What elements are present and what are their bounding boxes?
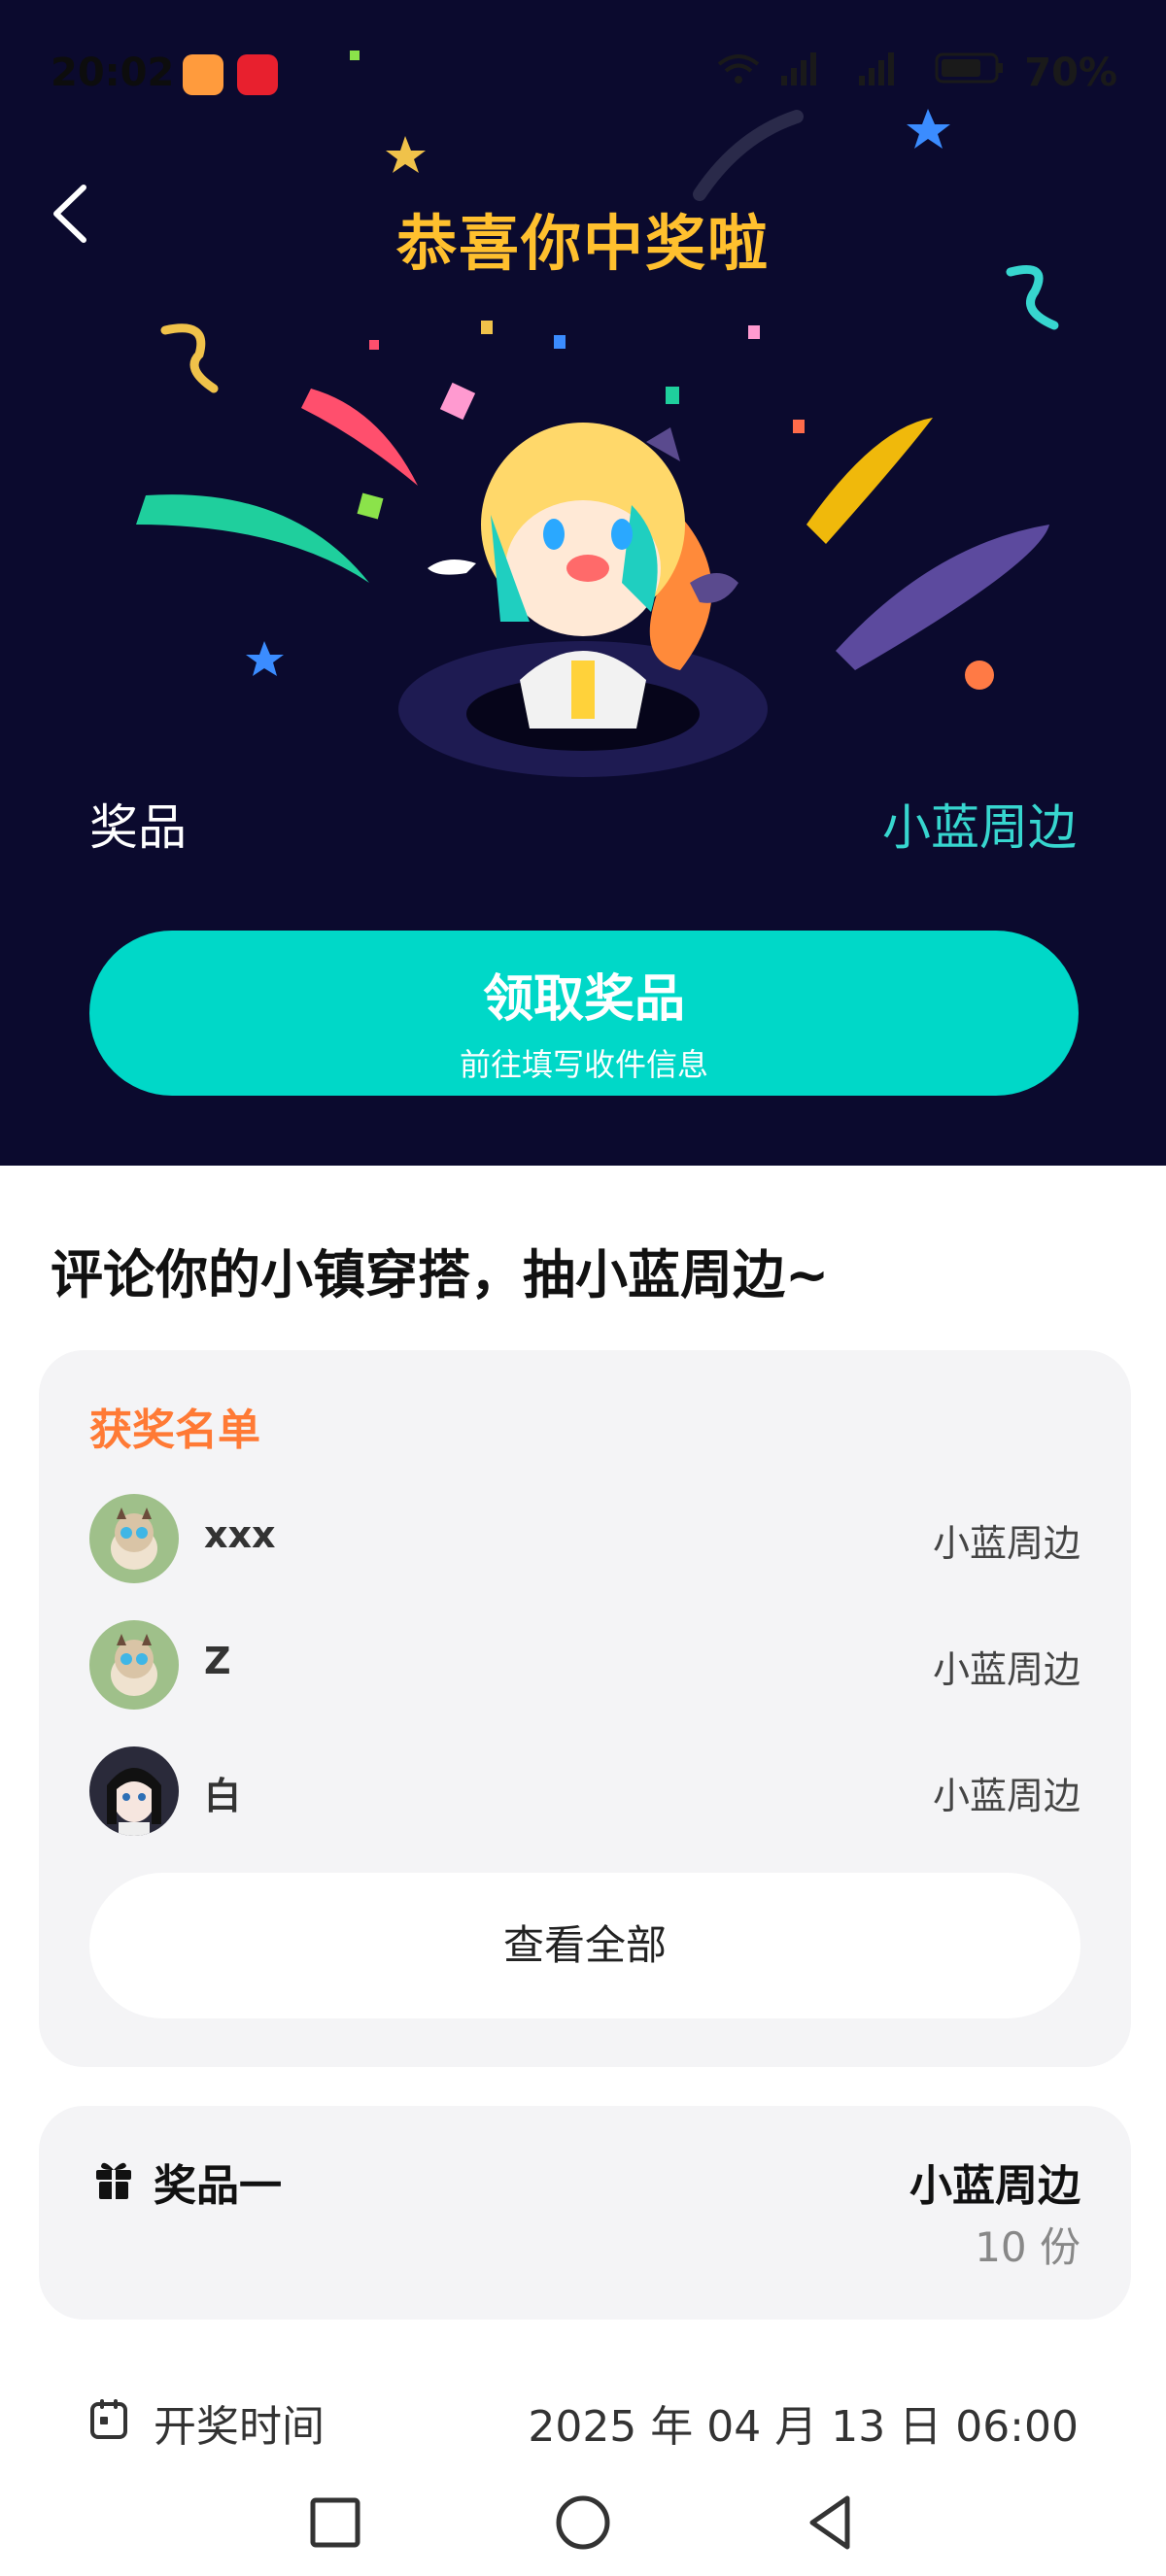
recents-button[interactable] bbox=[301, 2489, 369, 2557]
winner-name: xxx bbox=[204, 1513, 276, 1556]
winners-card: 获奖名单 xxx 小蓝周边 Z 小蓝周边 白 小蓝周边 查看全部 bbox=[39, 1350, 1131, 2067]
draw-time-label: 开奖时间 bbox=[154, 2402, 325, 2452]
winner-prize: 小蓝周边 bbox=[932, 1648, 1080, 1691]
draw-time-value: 2025 年 04 月 13 日 06:00 bbox=[528, 2402, 1079, 2452]
draw-time-row: 开奖时间 2025 年 04 月 13 日 06:00 bbox=[89, 2388, 1079, 2456]
status-time: 20:02 bbox=[51, 51, 175, 95]
app-notification-icon bbox=[183, 54, 223, 95]
prize-label: 奖品 bbox=[89, 799, 187, 856]
claim-prize-label: 领取奖品 bbox=[482, 970, 685, 1029]
app-notification-icon bbox=[237, 54, 278, 95]
section-title: 评论你的小镇穿搭，抽小蓝周边~ bbox=[51, 1244, 830, 1305]
winner-name: 白 bbox=[204, 1775, 242, 1817]
avatar bbox=[89, 1620, 179, 1710]
status-bar: 20:02 70% bbox=[0, 39, 1166, 107]
winner-name: Z bbox=[204, 1640, 231, 1682]
page-title: 恭喜你中奖啦 bbox=[395, 208, 770, 279]
system-nav-bar bbox=[0, 2467, 1166, 2576]
avatar bbox=[89, 1746, 179, 1836]
winner-row: Z 小蓝周边 bbox=[89, 1620, 1080, 1710]
winners-title: 获奖名单 bbox=[89, 1406, 260, 1455]
winner-row: 白 小蓝周边 bbox=[89, 1746, 1080, 1836]
prize-count: 10 份 bbox=[975, 2223, 1080, 2271]
battery-level: 70% bbox=[1024, 51, 1117, 95]
prize-item: 小蓝周边 bbox=[909, 2161, 1080, 2211]
gift-icon bbox=[96, 2162, 131, 2199]
see-all-button[interactable]: 查看全部 bbox=[89, 1873, 1080, 2018]
prize-name: 奖品一 bbox=[154, 2161, 282, 2211]
back-nav-button[interactable] bbox=[797, 2489, 865, 2557]
avatar bbox=[89, 1494, 179, 1583]
winner-prize: 小蓝周边 bbox=[932, 1522, 1080, 1565]
prize-value: 小蓝周边 bbox=[882, 799, 1077, 856]
signal-icon bbox=[857, 51, 915, 95]
prize-card: 奖品一 小蓝周边 10 份 bbox=[39, 2106, 1131, 2320]
signal-icon bbox=[779, 51, 838, 95]
calendar-icon bbox=[90, 2399, 127, 2439]
battery-icon bbox=[935, 51, 1005, 95]
wifi-icon bbox=[717, 51, 760, 95]
home-button[interactable] bbox=[549, 2489, 617, 2557]
claim-prize-sublabel: 前往填写收件信息 bbox=[459, 1046, 708, 1083]
winner-prize: 小蓝周边 bbox=[932, 1775, 1080, 1817]
hero-banner: 20:02 70% 恭喜你中奖啦 奖品 小蓝周边 领取奖品 前往填写收件信息 bbox=[0, 0, 1166, 1166]
claim-prize-button[interactable]: 领取奖品 前往填写收件信息 bbox=[89, 931, 1079, 1096]
winner-row: xxx 小蓝周边 bbox=[89, 1494, 1080, 1583]
